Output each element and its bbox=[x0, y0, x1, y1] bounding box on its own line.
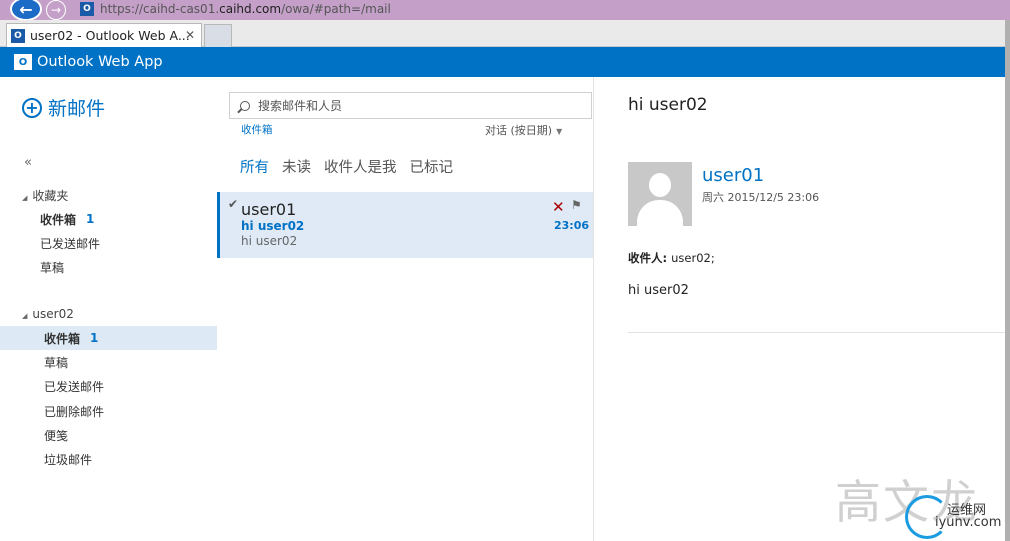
filter-bar: 所有 未读 收件人是我 已标记 bbox=[240, 156, 453, 177]
folder-sent[interactable]: 已发送邮件 bbox=[0, 374, 217, 398]
message-time: 23:06 bbox=[554, 219, 590, 232]
reading-date: 周六 2015/12/5 23:06 bbox=[702, 191, 820, 204]
new-mail-button[interactable]: + 新邮件 bbox=[22, 94, 105, 121]
watermark-site-url: iyunv.com bbox=[935, 515, 1002, 530]
reading-subject: hi user02 bbox=[628, 95, 708, 115]
folder-junk[interactable]: 垃圾邮件 bbox=[0, 447, 217, 471]
avatar bbox=[628, 162, 692, 226]
current-folder-label: 收件箱 bbox=[241, 124, 273, 136]
mailbox-header[interactable]: ◢ user02 bbox=[22, 307, 74, 321]
new-tab-button[interactable] bbox=[204, 24, 232, 47]
message-sender: user01 bbox=[241, 200, 297, 219]
tab-title: user02 - Outlook Web A... bbox=[30, 28, 190, 43]
collapse-pane-button[interactable]: « bbox=[24, 155, 32, 170]
filter-all[interactable]: 所有 bbox=[240, 156, 269, 177]
message-preview: hi user02 bbox=[241, 234, 298, 248]
message-subject: hi user02 bbox=[241, 219, 305, 233]
search-input[interactable]: 搜索邮件和人员 bbox=[229, 92, 592, 119]
favorites-header[interactable]: ◢ 收藏夹 bbox=[22, 187, 68, 204]
to-label: 收件人: bbox=[628, 251, 668, 265]
search-placeholder: 搜索邮件和人员 bbox=[258, 99, 343, 113]
folder-inbox[interactable]: 收件箱 1 bbox=[0, 326, 217, 350]
flag-icon[interactable]: ⚑ bbox=[571, 198, 582, 212]
delete-icon[interactable]: ✕ bbox=[552, 198, 565, 216]
to-value[interactable]: user02; bbox=[671, 251, 715, 265]
message-item[interactable]: ✔ user01 hi user02 hi user02 ✕ ⚑ 23:06 bbox=[217, 192, 593, 258]
filter-flagged[interactable]: 已标记 bbox=[410, 156, 454, 177]
tab-strip: O user02 - Outlook Web A... ✕ bbox=[0, 20, 1010, 47]
folder-deleted[interactable]: 已删除邮件 bbox=[0, 399, 217, 423]
favorite-inbox[interactable]: 收件箱 1 bbox=[0, 207, 217, 231]
url-text[interactable]: https://caihd-cas01.caihd.com/owa/#path=… bbox=[100, 2, 391, 16]
app-header: O Outlook Web App bbox=[0, 47, 1010, 77]
outlook-logo-icon: O bbox=[14, 54, 32, 70]
tab-favicon-icon: O bbox=[11, 28, 25, 43]
new-mail-label: 新邮件 bbox=[48, 98, 106, 120]
app-title: Outlook Web App bbox=[37, 54, 163, 70]
expand-triangle-icon: ◢ bbox=[22, 312, 28, 320]
reading-sender[interactable]: user01 bbox=[702, 165, 764, 186]
favorite-drafts[interactable]: 草稿 bbox=[0, 255, 217, 279]
recipients-line: 收件人: user02; bbox=[628, 250, 715, 266]
back-button[interactable]: ← bbox=[10, 0, 42, 21]
forward-button[interactable]: → bbox=[46, 0, 66, 20]
browser-tab[interactable]: O user02 - Outlook Web A... ✕ bbox=[6, 23, 202, 47]
avatar-head-icon bbox=[649, 173, 671, 197]
message-body: hi user02 bbox=[628, 283, 689, 298]
plus-circle-icon: + bbox=[22, 97, 42, 118]
folder-drafts[interactable]: 草稿 bbox=[0, 350, 217, 374]
filter-to-me[interactable]: 收件人是我 bbox=[324, 156, 397, 177]
search-icon bbox=[240, 100, 250, 111]
avatar-body-icon bbox=[637, 200, 683, 226]
checkmark-icon[interactable]: ✔ bbox=[228, 197, 238, 211]
divider bbox=[628, 332, 1010, 333]
site-favicon-icon: O bbox=[80, 2, 94, 16]
address-bar[interactable]: ← → O https://caihd-cas01.caihd.com/owa/… bbox=[0, 0, 1010, 21]
sort-dropdown[interactable]: 对话 (按日期) ▼ bbox=[485, 122, 562, 138]
chevron-down-icon: ▼ bbox=[556, 127, 563, 136]
folder-notes[interactable]: 便笺 bbox=[0, 423, 217, 447]
filter-unread[interactable]: 未读 bbox=[282, 156, 311, 177]
favorite-sent[interactable]: 已发送邮件 bbox=[0, 231, 217, 255]
expand-triangle-icon: ◢ bbox=[22, 194, 28, 202]
folder-pane: + 新邮件 « ◢ 收藏夹 收件箱 1 已发送邮件 草稿 ◢ user02 收件箱 … bbox=[0, 77, 217, 541]
tab-close-icon[interactable]: ✕ bbox=[185, 28, 195, 42]
watermark-logo: 运维网 iyunv.com bbox=[905, 495, 1005, 539]
window-edge bbox=[1005, 20, 1010, 541]
message-list-pane: 搜索邮件和人员 收件箱 对话 (按日期) ▼ 所有 未读 收件人是我 已标记 ✔ … bbox=[217, 77, 594, 541]
